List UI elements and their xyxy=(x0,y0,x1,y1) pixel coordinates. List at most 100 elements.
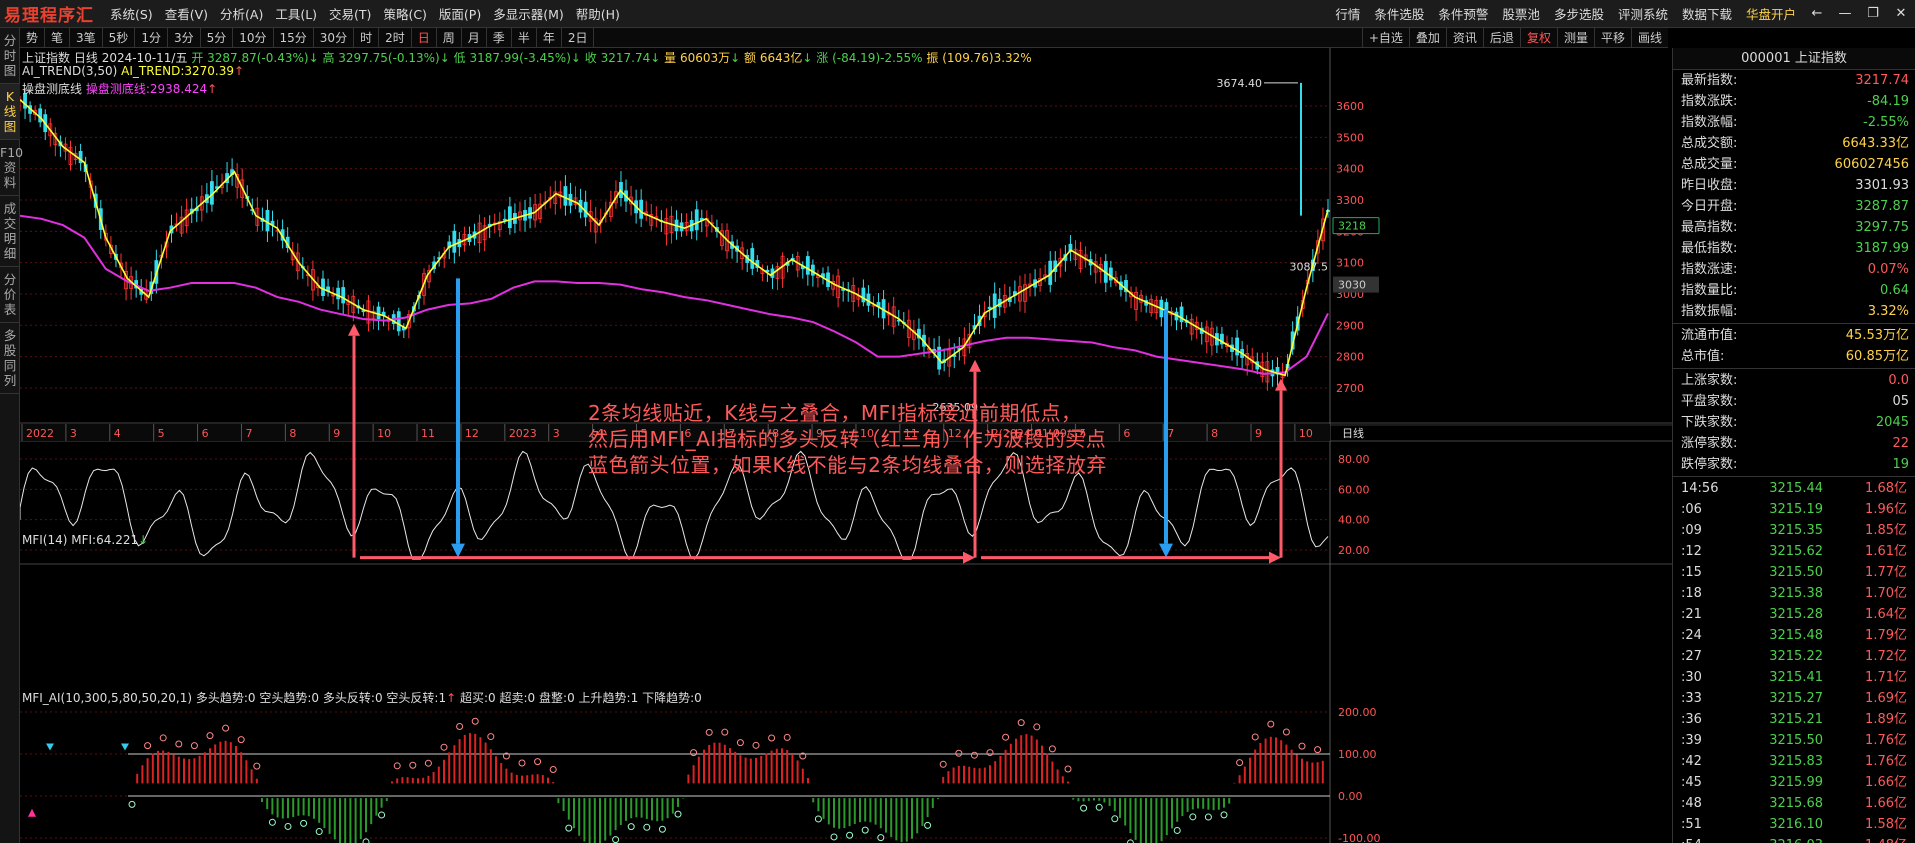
restore-icon[interactable]: ❐ xyxy=(1859,6,1887,21)
open-account-link[interactable]: 华盘开户 xyxy=(1739,4,1803,23)
period-11[interactable]: 2时 xyxy=(379,27,412,48)
tab-price-table[interactable]: 分价表 xyxy=(0,267,20,323)
tab-f10[interactable]: F10资料 xyxy=(0,140,23,196)
tick-row: :12 3215.62 1.61亿 xyxy=(1673,541,1915,562)
period-3[interactable]: 5秒 xyxy=(103,27,136,48)
breadth-row: 涨停家数: 22 xyxy=(1673,433,1915,454)
bar-date: 2024-10-11/五 xyxy=(101,51,188,65)
mfi-ai-dot xyxy=(300,819,308,827)
menu-multi-display[interactable]: 多显示器(M) xyxy=(487,4,570,23)
period-8[interactable]: 15分 xyxy=(274,27,314,48)
menu-quotes[interactable]: 行情 xyxy=(1328,4,1367,23)
menu-condition-alert[interactable]: 条件预警 xyxy=(1431,4,1495,23)
quote-label: 跌停家数: xyxy=(1681,457,1738,472)
mfi-ai-dot xyxy=(690,749,698,757)
mfi-ai-header: MFI_AI(10,300,5,80,50,20,1) 多头趋势:0 空头趋势:… xyxy=(22,691,702,705)
tool-3[interactable]: 后退 xyxy=(1482,27,1520,48)
menu-system[interactable]: 系统(S) xyxy=(104,4,159,23)
tab-kline[interactable]: K线图 xyxy=(0,84,20,140)
tool-0[interactable]: +自选 xyxy=(1361,27,1409,48)
tick-list[interactable]: 14:56 3215.44 1.68亿:06 3215.19 1.96亿:09 3215.… xyxy=(1673,478,1915,843)
date-axis-label: 8 xyxy=(1211,427,1218,440)
mfi-axis-label: 40.00 xyxy=(1338,514,1370,527)
period-10[interactable]: 时 xyxy=(354,27,380,48)
tool-2[interactable]: 资讯 xyxy=(1445,27,1483,48)
period-13[interactable]: 周 xyxy=(437,27,462,48)
period-12[interactable]: 日 xyxy=(412,27,437,48)
mfi-ai-dot xyxy=(424,759,432,767)
market-cap-row: 总市值: 60.85万亿 xyxy=(1673,346,1915,367)
menu-trade[interactable]: 交易(T) xyxy=(323,4,377,23)
tick-time: :09 xyxy=(1681,523,1702,538)
mfi-ai-dot xyxy=(409,761,417,769)
period-18[interactable]: 2日 xyxy=(562,27,595,48)
period-7[interactable]: 10分 xyxy=(233,27,274,48)
mfi-ai-dot xyxy=(456,723,464,731)
quote-row: 昨日收盘: 3301.93 xyxy=(1673,175,1915,196)
period-2[interactable]: 3笔 xyxy=(70,27,103,48)
tick-volume: 1.48亿 xyxy=(1823,835,1915,843)
mfi-ai-dot xyxy=(939,760,947,768)
mfi-ai-dot xyxy=(268,818,276,826)
menu-help[interactable]: 帮助(H) xyxy=(570,4,626,23)
menu-view[interactable]: 查看(V) xyxy=(159,4,214,23)
tool-7[interactable]: 画线 xyxy=(1630,27,1668,48)
period-9[interactable]: 30分 xyxy=(314,27,355,48)
menu-multistep-select[interactable]: 多步选股 xyxy=(1547,4,1611,23)
tick-volume: 1.68亿 xyxy=(1865,481,1907,496)
menu-condition-select[interactable]: 条件选股 xyxy=(1367,4,1431,23)
mfi-ai-dot xyxy=(674,810,682,818)
tab-trade-detail[interactable]: 成交明细 xyxy=(0,196,20,267)
candle-body xyxy=(861,287,866,303)
tick-price: 3215.68 xyxy=(1769,796,1823,811)
period-6[interactable]: 5分 xyxy=(201,27,234,48)
quote-row: 最低指数: 3187.99 xyxy=(1673,238,1915,259)
tick-row: :51 3216.10 1.58亿 xyxy=(1673,814,1915,835)
minimize-icon[interactable]: — xyxy=(1831,6,1859,21)
menu-strategy[interactable]: 策略(C) xyxy=(377,4,432,23)
tick-row: :24 3215.48 1.79亿 xyxy=(1673,625,1915,646)
mfi-ai-field-8: 下降趋势:0 xyxy=(642,691,702,705)
menu-data-download[interactable]: 数据下载 xyxy=(1675,4,1739,23)
quote-label: 最低指数: xyxy=(1681,241,1738,256)
quote-label: 上涨家数: xyxy=(1681,373,1738,388)
period-16[interactable]: 半 xyxy=(512,27,537,48)
current-price-label: 3218 xyxy=(1338,220,1366,233)
back-arrow-icon[interactable]: ← xyxy=(1803,6,1831,21)
menu-evaluation[interactable]: 评测系统 xyxy=(1611,4,1675,23)
period-4[interactable]: 1分 xyxy=(135,27,168,48)
tool-6[interactable]: 平移 xyxy=(1593,27,1631,48)
menu-layout[interactable]: 版面(P) xyxy=(433,4,487,23)
menu-tools[interactable]: 工具(L) xyxy=(269,4,323,23)
mfi-ai-dot xyxy=(1048,745,1056,753)
tool-4[interactable]: 复权 xyxy=(1519,27,1557,48)
period-1[interactable]: 笔 xyxy=(45,27,71,48)
date-axis-label: 4 xyxy=(114,427,121,440)
period-15[interactable]: 季 xyxy=(487,27,512,48)
annotation-line-2: 然后用MFI_AI指标的多头反转（红三角）作为波段的买点 xyxy=(588,427,1107,451)
period-14[interactable]: 月 xyxy=(462,27,487,48)
close-icon[interactable]: ✕ xyxy=(1887,6,1915,21)
quote-value: 606027456 xyxy=(1834,157,1909,172)
period-5[interactable]: 3分 xyxy=(168,27,201,48)
mfi-ai-axis-label: 100.00 xyxy=(1338,748,1377,761)
volume-value: 量 60603万 xyxy=(664,51,731,65)
period-toolbar: 势笔 3笔 5秒 1分 3分 5分 10分 15分 30分时 2时日周月季半年 2日 +自选 叠加 资讯后… xyxy=(20,27,1668,48)
candle-body xyxy=(987,306,992,310)
blue-arrow-head xyxy=(451,543,465,558)
tab-multi-stock[interactable]: 多股同列 xyxy=(0,323,20,394)
tool-5[interactable]: 测量 xyxy=(1556,27,1594,48)
period-17[interactable]: 年 xyxy=(537,27,562,48)
tick-row: :27 3215.22 1.72亿 xyxy=(1673,646,1915,667)
date-axis-label: 6 xyxy=(1123,427,1130,440)
menu-stock-pool[interactable]: 股票池 xyxy=(1495,4,1547,23)
menu-analysis[interactable]: 分析(A) xyxy=(214,4,269,23)
tab-intraday[interactable]: 分时图 xyxy=(0,28,20,84)
period-0[interactable]: 势 xyxy=(20,27,46,48)
price-axis-label: 3500 xyxy=(1336,131,1364,144)
mfi-ai-dot xyxy=(1080,804,1088,812)
mfi-ai-dot xyxy=(1111,815,1119,823)
tool-1[interactable]: 叠加 xyxy=(1408,27,1446,48)
date-axis-label: 10 xyxy=(377,427,391,440)
tick-volume: 1.66亿 xyxy=(1865,796,1907,811)
